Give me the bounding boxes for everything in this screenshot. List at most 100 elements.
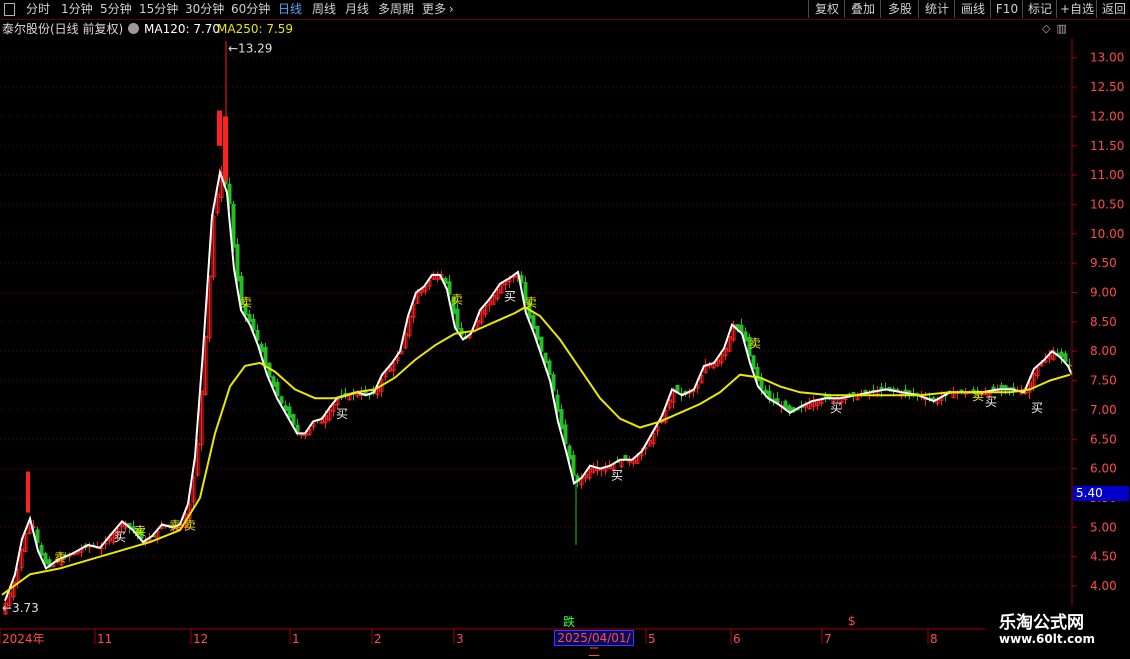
sell-signal: 卖: [451, 292, 463, 306]
price-tick-label: 8.00: [1090, 344, 1117, 358]
candle-body: [559, 409, 564, 430]
f10-button[interactable]: F10: [990, 0, 1023, 18]
candle-body: [739, 324, 744, 333]
price-tick-label: 5.00: [1090, 520, 1117, 534]
tab-weekly[interactable]: 周线: [312, 1, 336, 18]
diamond-icon[interactable]: ◇: [1042, 22, 1050, 35]
candle-body: [263, 347, 268, 366]
sell-signal: 卖: [169, 518, 181, 532]
candle-body: [767, 390, 772, 399]
candle-body: [217, 110, 222, 146]
sell-signal: 卖: [525, 295, 537, 309]
chevron-right-icon[interactable]: ›: [449, 1, 454, 18]
price-tick-label: 11.00: [1090, 168, 1124, 182]
buy-signal: 买: [504, 289, 516, 303]
price-tick-label: 12.00: [1090, 109, 1124, 123]
date-tick-label: 1: [292, 632, 300, 646]
high-price-label: ←13.29: [228, 42, 272, 56]
price-tick-label: 4.00: [1090, 579, 1117, 593]
date-axis: 2024年 11 12 1 2 3 5 6 7 8: [0, 628, 1072, 646]
tab-more[interactable]: 更多: [422, 1, 446, 18]
date-tick-label: 12: [193, 632, 208, 646]
draw-line-button[interactable]: 画线: [954, 0, 991, 18]
statistics-button[interactable]: 统计: [918, 0, 955, 18]
date-tick-label: 6: [733, 632, 741, 646]
date-tick-label: 3: [456, 632, 464, 646]
buy-signal: 买: [830, 401, 842, 415]
sell-signal: 卖: [240, 295, 252, 309]
crosshair-price-tag: 5.40: [1073, 486, 1129, 501]
corner-icons: ◇ ▥: [1042, 22, 1073, 35]
candle-body: [539, 336, 544, 352]
date-tick-label: 7: [824, 632, 832, 646]
candle-body: [291, 414, 296, 426]
tab-5min[interactable]: 5分钟: [100, 1, 132, 18]
buy-signal: 买: [336, 407, 348, 421]
date-tick-label: 2: [374, 632, 382, 646]
sell-signal: 卖: [972, 389, 984, 403]
tab-15min[interactable]: 15分钟: [139, 1, 178, 18]
candle-body: [26, 471, 30, 513]
ma120-label: MA120: 7.70: [144, 22, 221, 36]
candles: [3, 40, 1072, 615]
add-watchlist-button[interactable]: +自选: [1056, 0, 1097, 18]
site-watermark: 乐淘公式网 www.60lt.com: [985, 606, 1130, 650]
adjust-button[interactable]: 复权: [808, 0, 845, 18]
candle-body: [231, 203, 236, 248]
candle-body: [235, 244, 240, 282]
buy-signal: 买: [985, 395, 997, 409]
candle-body: [287, 406, 292, 419]
ma250-label: MA250: 7.59: [217, 22, 294, 36]
price-tick-label: 9.50: [1090, 256, 1117, 270]
sell-signal: 卖: [54, 551, 66, 565]
tab-30min[interactable]: 30分钟: [185, 1, 224, 18]
selected-date-tag: 2025/04/01/二: [554, 630, 634, 659]
buy-signal: 买: [1031, 401, 1043, 415]
sell-signal: 卖: [134, 524, 146, 538]
moving-averages: [1, 168, 1073, 602]
candle-body: [675, 384, 680, 393]
tab-monthly[interactable]: 月线: [345, 1, 369, 18]
watermark-title: 乐淘公式网: [999, 613, 1084, 633]
stock-title: 泰尔股份(日线 前复权): [2, 22, 124, 36]
candle-body: [783, 400, 788, 409]
candle-body: [535, 325, 540, 340]
date-tick-label: 5: [648, 632, 656, 646]
stock-chart-app: 分时 1分钟 5分钟 15分钟 30分钟 60分钟 日线 周线 月线 多周期 更…: [0, 0, 1130, 659]
tab-1min[interactable]: 1分钟: [61, 1, 93, 18]
low-price-label: ←3.73: [2, 601, 39, 615]
date-tick-label: 8: [930, 632, 938, 646]
candle-body: [43, 553, 48, 565]
price-tick-label: 12.50: [1090, 80, 1124, 94]
overlay-button[interactable]: 叠加: [844, 0, 881, 18]
buy-signal: 买: [611, 468, 623, 482]
tab-multi-period[interactable]: 多周期: [378, 1, 414, 18]
panel-toggle-icon[interactable]: [4, 3, 15, 16]
panel-icon[interactable]: ▥: [1056, 22, 1066, 35]
buy-signal: 买: [114, 530, 126, 544]
price-tick-label: 8.50: [1090, 315, 1117, 329]
candle-body: [39, 544, 44, 556]
back-button[interactable]: 返回: [1096, 0, 1130, 18]
long-ma-line: [1, 306, 1071, 596]
kline-chart[interactable]: ←13.29←3.73卖买卖卖卖卖买卖买卖买卖买卖买买 13.0012.5012…: [0, 38, 1130, 650]
price-axis: 13.00 12.50 12.00 11.50 11.00 10.50 10.00 9.50 9…: [1071, 38, 1124, 650]
fall-label: 跌: [563, 615, 576, 629]
tab-60min[interactable]: 60分钟: [231, 1, 270, 18]
tab-intraday[interactable]: 分时: [26, 1, 50, 18]
price-tick-label: 6.00: [1090, 462, 1117, 476]
candle-body: [455, 308, 460, 330]
candle-body: [531, 315, 536, 329]
price-tick-label: 9.00: [1090, 286, 1117, 300]
date-tick-label: 11: [97, 632, 112, 646]
price-tick-label: 7.50: [1090, 374, 1117, 388]
price-tick-label: 10.50: [1090, 197, 1124, 211]
dollar-marker: $: [848, 614, 856, 628]
multi-stock-button[interactable]: 多股: [880, 0, 919, 18]
candle-body: [223, 116, 228, 181]
mark-button[interactable]: 标记: [1022, 0, 1057, 18]
tab-daily[interactable]: 日线: [278, 1, 302, 18]
price-tick-label: 7.00: [1090, 403, 1117, 417]
price-tick-label: 10.00: [1090, 227, 1124, 241]
price-tick-label: 4.50: [1090, 550, 1117, 564]
